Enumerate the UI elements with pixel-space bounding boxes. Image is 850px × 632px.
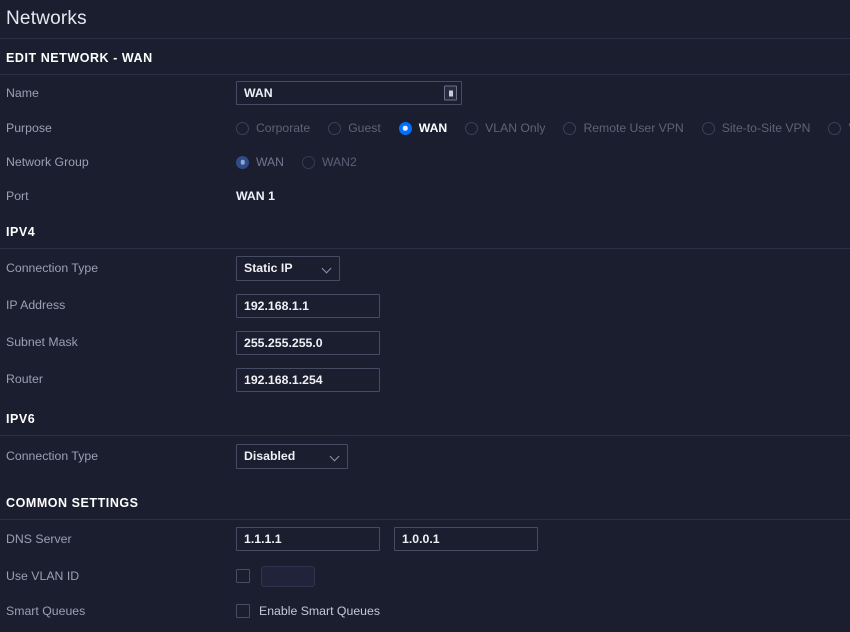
text-cursor-icon[interactable] bbox=[444, 86, 457, 101]
label-port: Port bbox=[6, 189, 236, 204]
radio-label: Remote User VPN bbox=[583, 121, 683, 135]
radio-label: WAN2 bbox=[322, 155, 357, 169]
row-ip-address: IP Address bbox=[0, 287, 850, 324]
section-header-ipv6: IPV6 bbox=[0, 398, 850, 436]
purpose-radio-group: Corporate Guest WAN VLAN Only Remote Use… bbox=[236, 121, 850, 135]
radio-purpose-guest[interactable]: Guest bbox=[328, 121, 381, 135]
field-use-vlan-id bbox=[236, 566, 850, 587]
smart-queues-checkbox[interactable] bbox=[236, 604, 250, 618]
subnet-mask-input[interactable] bbox=[236, 331, 380, 355]
radio-icon bbox=[702, 122, 715, 135]
select-value: Disabled bbox=[244, 449, 295, 463]
radio-icon bbox=[563, 122, 576, 135]
radio-icon bbox=[465, 122, 478, 135]
radio-icon bbox=[302, 156, 315, 169]
label-name: Name bbox=[6, 86, 236, 101]
label-use-vlan-id: Use VLAN ID bbox=[6, 569, 236, 584]
field-dns-server bbox=[236, 527, 850, 551]
radio-icon-selected bbox=[236, 156, 249, 169]
radio-purpose-vlan-only[interactable]: VLAN Only bbox=[465, 121, 545, 135]
page-title: Networks bbox=[6, 8, 87, 30]
page-header: Networks bbox=[0, 0, 850, 39]
field-purpose: Corporate Guest WAN VLAN Only Remote Use… bbox=[236, 121, 850, 135]
field-router bbox=[236, 368, 850, 392]
field-ipv6-connection-type: Disabled bbox=[236, 444, 850, 469]
row-name: Name bbox=[0, 75, 850, 111]
network-settings-page: Networks EDIT NETWORK - WAN Name Purpose… bbox=[0, 0, 850, 632]
radio-icon-selected bbox=[399, 122, 412, 135]
row-ipv6-connection-type: Connection Type Disabled bbox=[0, 436, 850, 476]
field-network-group: WAN WAN2 bbox=[236, 155, 850, 169]
row-network-group: Network Group WAN WAN2 bbox=[0, 145, 850, 179]
name-input-wrap bbox=[236, 81, 462, 105]
smart-queues-checkbox-wrap[interactable]: Enable Smart Queues bbox=[236, 604, 380, 618]
field-subnet-mask bbox=[236, 331, 850, 355]
use-vlan-id-checkbox[interactable] bbox=[236, 569, 250, 583]
select-value: Static IP bbox=[244, 261, 293, 275]
radio-label: WAN bbox=[256, 155, 284, 169]
label-ipv4-connection-type: Connection Type bbox=[6, 261, 236, 276]
radio-purpose-vpn-client[interactable]: VPN Client bbox=[828, 121, 850, 135]
ipv4-connection-type-select[interactable]: Static IP bbox=[236, 256, 340, 281]
radio-icon bbox=[328, 122, 341, 135]
radio-label: Guest bbox=[348, 121, 381, 135]
radio-purpose-site-to-site-vpn[interactable]: Site-to-Site VPN bbox=[702, 121, 811, 135]
dns-server-secondary-input[interactable] bbox=[394, 527, 538, 551]
radio-label: WAN bbox=[419, 121, 447, 135]
radio-purpose-remote-user-vpn[interactable]: Remote User VPN bbox=[563, 121, 683, 135]
field-smart-queues: Enable Smart Queues bbox=[236, 604, 850, 618]
row-router: Router bbox=[0, 361, 850, 398]
dns-server-primary-input[interactable] bbox=[236, 527, 380, 551]
label-ipv6-connection-type: Connection Type bbox=[6, 449, 236, 464]
field-port: WAN 1 bbox=[236, 189, 850, 203]
router-input[interactable] bbox=[236, 368, 380, 392]
field-ipv4-connection-type: Static IP bbox=[236, 256, 850, 281]
name-input[interactable] bbox=[236, 81, 462, 105]
radio-label: Site-to-Site VPN bbox=[722, 121, 811, 135]
chevron-down-icon bbox=[323, 264, 332, 273]
row-dns-server: DNS Server bbox=[0, 520, 850, 558]
label-ip-address: IP Address bbox=[6, 298, 236, 313]
row-subnet-mask: Subnet Mask bbox=[0, 324, 850, 361]
vlan-id-input[interactable] bbox=[261, 566, 315, 587]
radio-network-group-wan[interactable]: WAN bbox=[236, 155, 284, 169]
section-header-common-settings: COMMON SETTINGS bbox=[0, 476, 850, 520]
row-ipv4-connection-type: Connection Type Static IP bbox=[0, 249, 850, 287]
smart-queues-checkbox-label: Enable Smart Queues bbox=[259, 604, 380, 618]
ipv6-connection-type-select[interactable]: Disabled bbox=[236, 444, 348, 469]
section-header-edit-network: EDIT NETWORK - WAN bbox=[0, 39, 850, 75]
field-ip-address bbox=[236, 294, 850, 318]
label-network-group: Network Group bbox=[6, 155, 236, 170]
radio-icon bbox=[236, 122, 249, 135]
section-header-ipv4: IPV4 bbox=[0, 213, 850, 249]
radio-purpose-corporate[interactable]: Corporate bbox=[236, 121, 310, 135]
label-purpose: Purpose bbox=[6, 121, 236, 136]
ip-address-input[interactable] bbox=[236, 294, 380, 318]
label-smart-queues: Smart Queues bbox=[6, 604, 236, 619]
network-group-radio-group: WAN WAN2 bbox=[236, 155, 357, 169]
radio-label: VLAN Only bbox=[485, 121, 545, 135]
row-port: Port WAN 1 bbox=[0, 179, 850, 213]
label-dns-server: DNS Server bbox=[6, 532, 236, 547]
field-name bbox=[236, 81, 850, 105]
row-purpose: Purpose Corporate Guest WAN VLAN Only bbox=[0, 111, 850, 145]
radio-label: Corporate bbox=[256, 121, 310, 135]
radio-network-group-wan2[interactable]: WAN2 bbox=[302, 155, 357, 169]
radio-icon bbox=[828, 122, 841, 135]
chevron-down-icon bbox=[331, 452, 340, 461]
label-router: Router bbox=[6, 372, 236, 387]
radio-purpose-wan[interactable]: WAN bbox=[399, 121, 447, 135]
row-use-vlan-id: Use VLAN ID bbox=[0, 558, 850, 594]
row-smart-queues: Smart Queues Enable Smart Queues bbox=[0, 594, 850, 628]
label-subnet-mask: Subnet Mask bbox=[6, 335, 236, 350]
port-value: WAN 1 bbox=[236, 189, 275, 203]
